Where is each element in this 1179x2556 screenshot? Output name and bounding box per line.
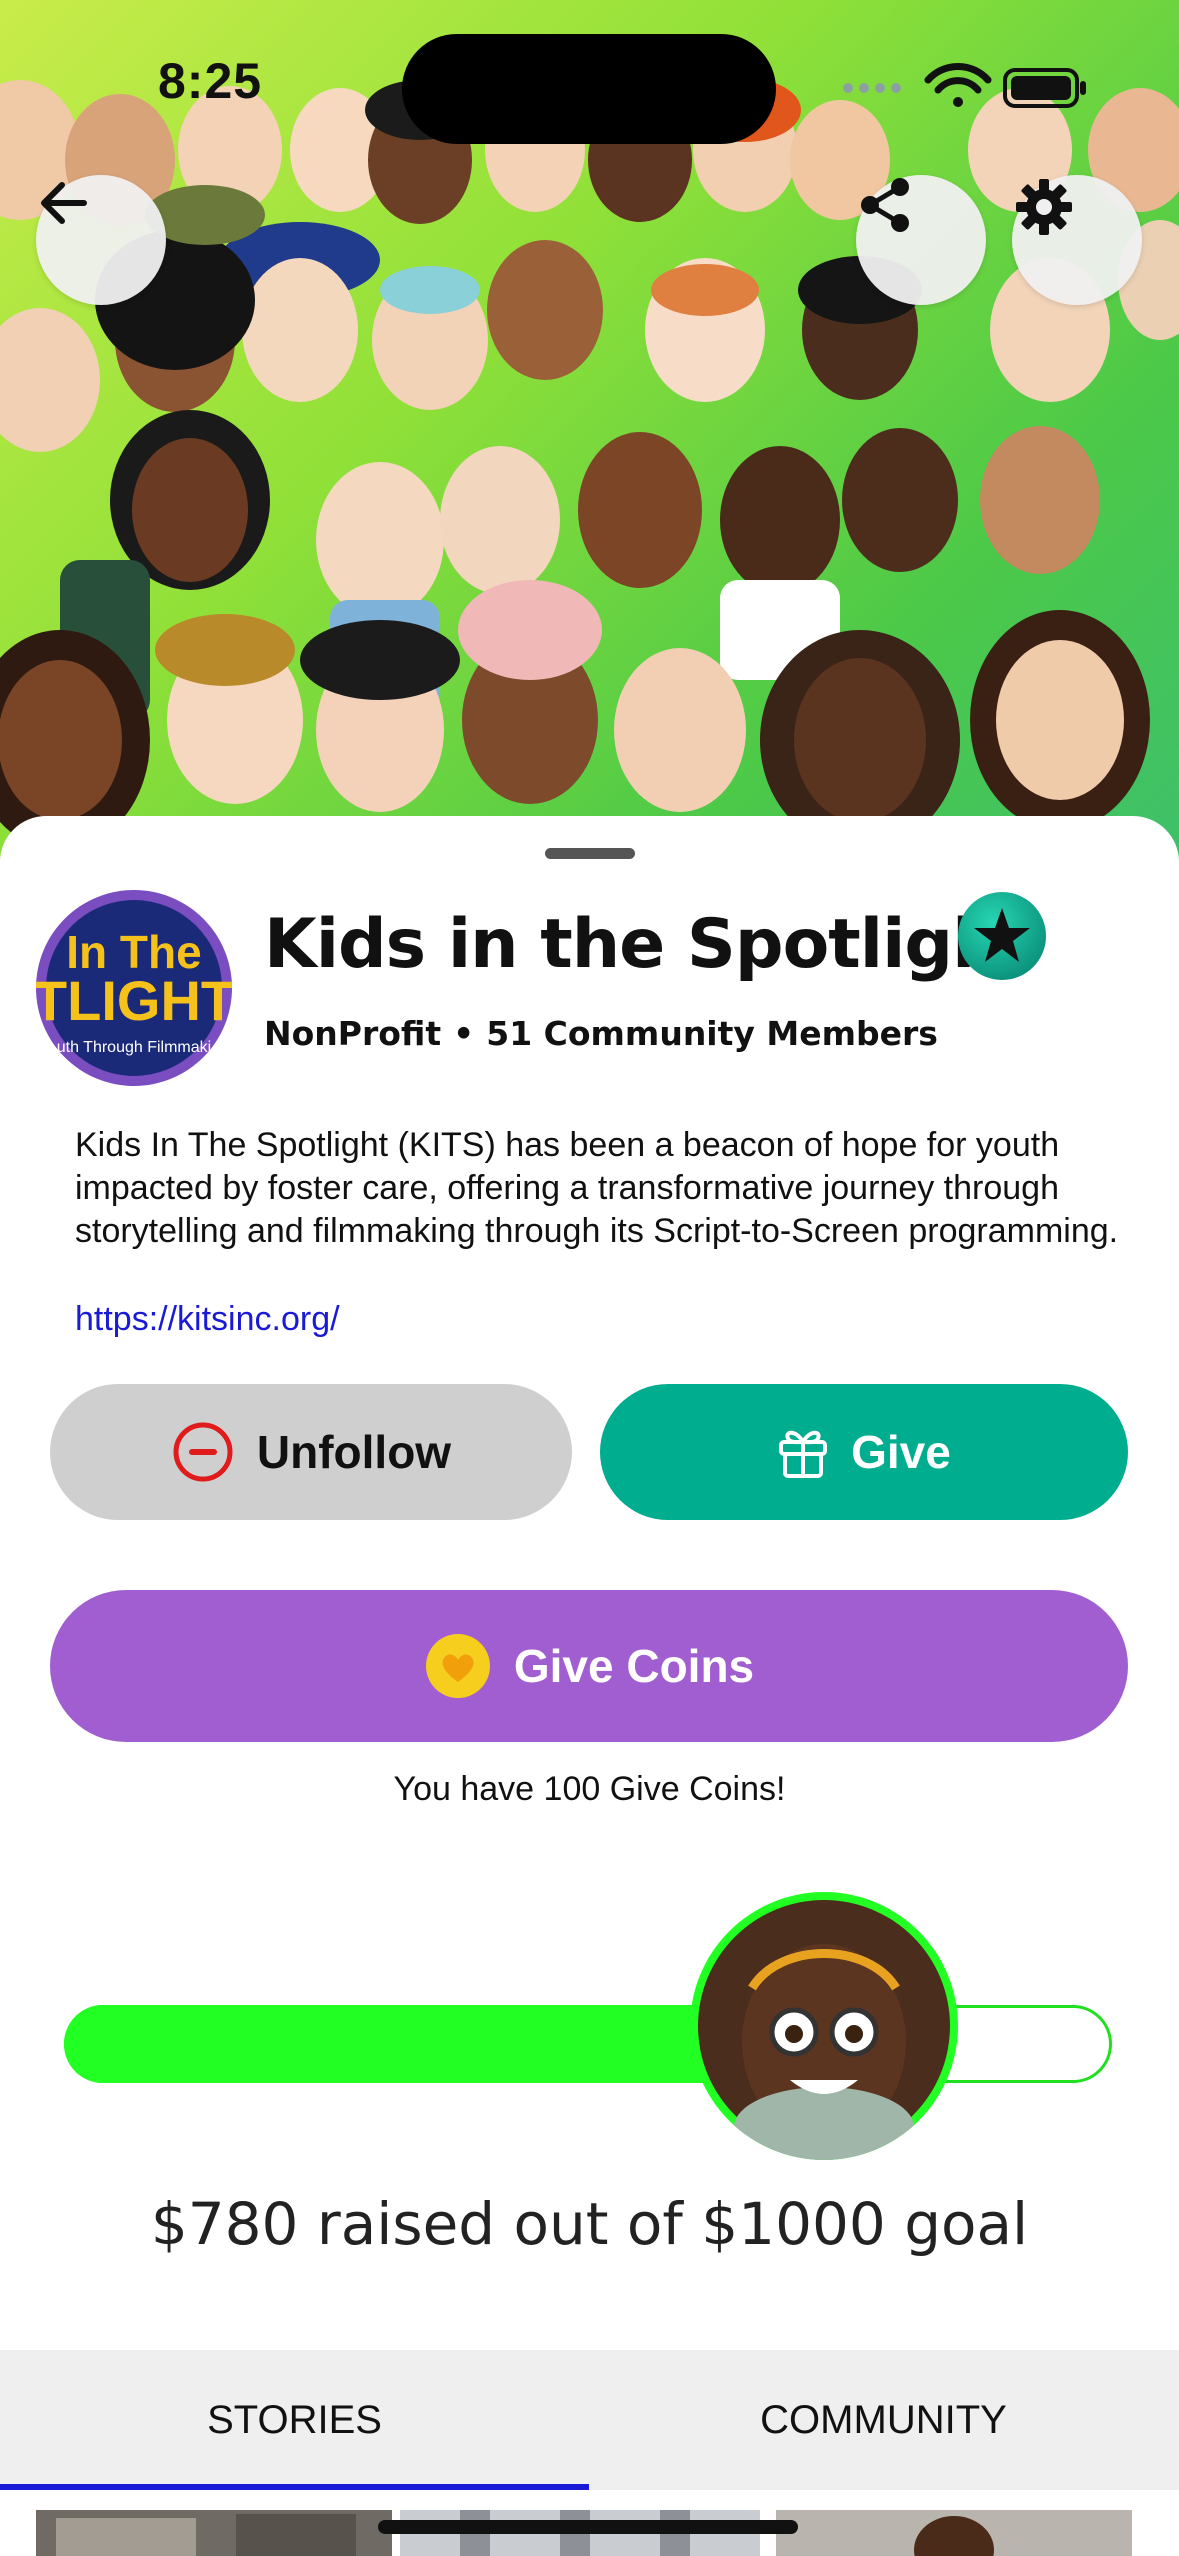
organization-description: Kids In The Spotlight (KITS) has been a … <box>75 1126 1119 1250</box>
cellular-signal-icon <box>843 83 901 93</box>
tab-stories[interactable]: STORIES <box>0 2350 589 2490</box>
organization-logo: In The TLIGHT uth Through Filmmaki <box>36 890 232 1086</box>
give-coins-label: Give Coins <box>513 1640 755 1692</box>
organization-name: Kids in the Spotlight <box>264 905 1032 984</box>
share-button[interactable] <box>856 175 986 305</box>
progress-avatar <box>690 1892 958 2160</box>
gear-icon <box>1016 179 1072 235</box>
hero-banner: 8:25 <box>0 0 1179 860</box>
coins-balance-note: You have 100 Give Coins! <box>393 1770 786 1808</box>
share-icon <box>861 178 909 232</box>
settings-button[interactable] <box>1012 175 1142 305</box>
story-thumbnail[interactable] <box>36 2510 392 2556</box>
wifi-icon <box>924 63 992 107</box>
gift-icon <box>779 1430 828 1478</box>
heart-coin-icon <box>425 1634 490 1698</box>
tab-selected-indicator <box>0 2484 589 2490</box>
organization-meta: NonProfit • 51 Community Members <box>264 1014 938 1053</box>
dynamic-island <box>402 34 776 144</box>
give-button[interactable]: Give <box>600 1384 1128 1520</box>
verified-star-icon <box>956 890 1048 986</box>
minus-circle-icon <box>173 1422 233 1482</box>
fundraising-summary: $780 raised out of $1000 goal <box>150 2190 1029 2258</box>
sheet-grabber[interactable] <box>545 848 635 859</box>
svg-text:TLIGHT: TLIGHT <box>36 969 232 1032</box>
meta-separator: • <box>453 1014 475 1053</box>
battery-icon <box>1003 68 1086 108</box>
story-thumbnail[interactable] <box>776 2510 1132 2556</box>
svg-text:uth Through Filmmaki: uth Through Filmmaki <box>57 1039 211 1056</box>
profile-tabs: STORIES COMMUNITY <box>0 2350 1179 2490</box>
give-coins-button[interactable]: Give Coins <box>50 1590 1128 1742</box>
back-button[interactable] <box>36 175 166 305</box>
unfollow-label: Unfollow <box>256 1426 452 1478</box>
unfollow-button[interactable]: Unfollow <box>50 1384 572 1520</box>
arrow-left-icon <box>41 182 87 224</box>
member-count: 51 Community Members <box>486 1014 938 1053</box>
give-label: Give <box>851 1426 951 1478</box>
crowd-bottom-row <box>0 580 1150 850</box>
organization-category: NonProfit <box>264 1014 442 1053</box>
home-indicator <box>378 2520 798 2534</box>
tab-community[interactable]: COMMUNITY <box>589 2350 1178 2490</box>
status-time: 8:25 <box>158 53 263 109</box>
website-link[interactable]: https://kitsinc.org/ <box>75 1300 340 1339</box>
